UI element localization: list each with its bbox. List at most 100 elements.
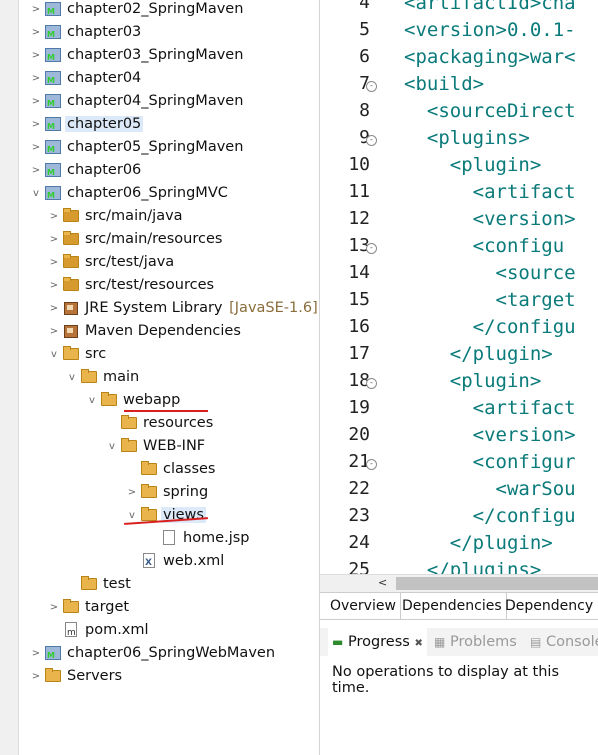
chevron-right-icon[interactable]: >	[28, 44, 44, 67]
chevron-down-icon[interactable]: v	[104, 435, 120, 458]
tree-item-chapter04-springmaven[interactable]: >chapter04_SpringMaven	[28, 90, 245, 115]
tree-item-chapter05[interactable]: >chapter05	[28, 113, 144, 138]
tab-overview[interactable]: Overview	[326, 593, 401, 619]
code-line[interactable]: <build>	[404, 73, 484, 95]
fold-toggle-icon[interactable]: -	[366, 243, 377, 254]
project-icon	[44, 92, 62, 115]
code-line[interactable]: </plugin>	[404, 532, 553, 554]
code-line[interactable]: <version>	[404, 424, 576, 446]
line-number: 6	[359, 46, 370, 67]
tree-item-chapter03-springmaven[interactable]: >chapter03_SpringMaven	[28, 44, 245, 69]
code-line[interactable]: <artifact	[404, 181, 576, 203]
code-line[interactable]: <version>0.0.1-	[404, 19, 576, 41]
scrollbar-thumb[interactable]	[396, 577, 598, 590]
fold-toggle-icon[interactable]: -	[366, 135, 377, 146]
project-icon	[44, 69, 62, 92]
code-line[interactable]: <plugin>	[404, 154, 542, 176]
tab-console[interactable]: ▤ Console	[530, 628, 598, 656]
tree-item-chapter06[interactable]: >chapter06	[28, 159, 143, 184]
chevron-right-icon[interactable]: >	[28, 0, 44, 21]
tree-item-main[interactable]: v main	[64, 366, 141, 389]
fold-toggle-icon[interactable]: -	[366, 81, 377, 92]
chevron-right-icon[interactable]: >	[28, 90, 44, 113]
chevron-down-icon[interactable]: v	[84, 389, 100, 412]
tree-item-pom-xml[interactable]: pom.xml	[46, 619, 151, 645]
tree-item-web-xml[interactable]: web.xml	[124, 550, 226, 575]
progress-icon: ▬	[332, 635, 344, 649]
code-line[interactable]: <artifactId>cha	[404, 0, 576, 14]
tree-item-spring[interactable]: > spring	[124, 481, 210, 504]
tree-item-chapter02-springmaven[interactable]: >chapter02_SpringMaven	[28, 0, 245, 23]
tab-problems[interactable]: ▦ Problems	[434, 628, 517, 656]
tab-dependencies[interactable]: Dependencies	[398, 593, 507, 619]
folder-icon	[120, 414, 138, 430]
chevron-right-icon[interactable]: >	[46, 228, 62, 251]
tree-item-webapp[interactable]: v webapp	[84, 389, 182, 412]
chevron-right-icon[interactable]: >	[124, 481, 140, 504]
code-line[interactable]: </plugin>	[404, 343, 553, 365]
tree-item-web-inf[interactable]: v WEB-INF	[104, 435, 207, 458]
close-icon[interactable]: ✖	[414, 638, 422, 649]
tree-item-classes[interactable]: classes	[124, 458, 217, 481]
chevron-right-icon[interactable]: >	[46, 205, 62, 228]
tree-item-chapter06-springmvc[interactable]: vchapter06_SpringMVC	[28, 182, 230, 207]
tree-item-src-test-java[interactable]: > src/test/java	[46, 251, 176, 274]
tree-item-home-jsp[interactable]: home.jsp	[144, 527, 252, 550]
code-line[interactable]: </configu	[404, 316, 576, 338]
chevron-down-icon[interactable]: v	[64, 366, 80, 389]
code-line[interactable]: </configu	[404, 505, 576, 527]
code-line[interactable]: <packaging>war<	[404, 46, 576, 68]
chevron-right-icon[interactable]: >	[28, 159, 44, 182]
code-line[interactable]: <warSou	[404, 478, 576, 500]
tree-item-chapter04[interactable]: >chapter04	[28, 67, 143, 92]
chevron-right-icon[interactable]: >	[46, 251, 62, 274]
tree-item-servers[interactable]: > Servers	[28, 665, 124, 688]
xml-editor[interactable]: 4 <artifactId>cha 5 <version>0.0.1- 6 <packag…	[320, 0, 598, 575]
tab-progress[interactable]: ▬ Progress ✖	[328, 628, 427, 656]
project-icon	[44, 138, 62, 161]
code-line[interactable]: <sourceDirect	[404, 100, 576, 122]
tree-item-chapter03[interactable]: >chapter03	[28, 21, 143, 46]
source-folder-icon	[62, 276, 80, 292]
code-line[interactable]: <configur	[404, 451, 576, 473]
tree-item-src[interactable]: v src	[46, 343, 108, 366]
tree-item-target[interactable]: > target	[46, 596, 131, 619]
chevron-down-icon[interactable]: v	[28, 182, 44, 205]
chevron-right-icon[interactable]: >	[28, 67, 44, 90]
tree-item-resources[interactable]: resources	[104, 412, 215, 435]
code-line[interactable]: <artifact	[404, 397, 576, 419]
code-line[interactable]: <source	[404, 262, 576, 284]
chevron-right-icon[interactable]: >	[46, 596, 62, 619]
tree-item-chapter06-springwebmaven[interactable]: >chapter06_SpringWebMaven	[28, 642, 277, 667]
project-icon	[44, 115, 62, 138]
code-line[interactable]: <plugin>	[404, 370, 542, 392]
tree-item-test[interactable]: test	[64, 573, 133, 596]
chevron-right-icon[interactable]: >	[46, 274, 62, 297]
tree-item-jre-system-library[interactable]: > JRE System Library [JavaSE-1.6]	[46, 297, 318, 320]
chevron-right-icon[interactable]: >	[28, 136, 44, 159]
tree-item-src-test-resources[interactable]: > src/test/resources	[46, 274, 216, 297]
chevron-right-icon[interactable]: >	[28, 113, 44, 136]
chevron-right-icon[interactable]: >	[28, 642, 44, 665]
code-line[interactable]: <version>	[404, 208, 576, 230]
tree-item-maven-dependencies[interactable]: > Maven Dependencies	[46, 320, 243, 343]
horizontal-scrollbar[interactable]: <	[320, 574, 598, 592]
chevron-right-icon[interactable]: >	[28, 665, 44, 688]
code-line[interactable]: <plugins>	[404, 127, 530, 149]
fold-toggle-icon[interactable]: -	[366, 378, 377, 389]
code-line[interactable]: <configu	[404, 235, 565, 257]
tree-item-chapter05-springmaven[interactable]: >chapter05_SpringMaven	[28, 136, 245, 161]
line-number: 25	[348, 559, 370, 575]
tab-dependency-hierarchy[interactable]: Dependency H	[501, 593, 598, 619]
scroll-left-icon[interactable]: <	[378, 576, 387, 589]
code-line[interactable]: <target	[404, 289, 576, 311]
line-number: 20	[348, 424, 370, 445]
code-line[interactable]: </plugins>	[404, 559, 541, 575]
chevron-right-icon[interactable]: >	[28, 21, 44, 44]
chevron-right-icon[interactable]: >	[46, 297, 62, 320]
chevron-right-icon[interactable]: >	[46, 320, 62, 343]
tree-item-src-main-resources[interactable]: > src/main/resources	[46, 228, 224, 251]
fold-toggle-icon[interactable]: -	[366, 459, 377, 470]
chevron-down-icon[interactable]: v	[46, 343, 62, 366]
tree-item-src-main-java[interactable]: > src/main/java	[46, 205, 185, 228]
